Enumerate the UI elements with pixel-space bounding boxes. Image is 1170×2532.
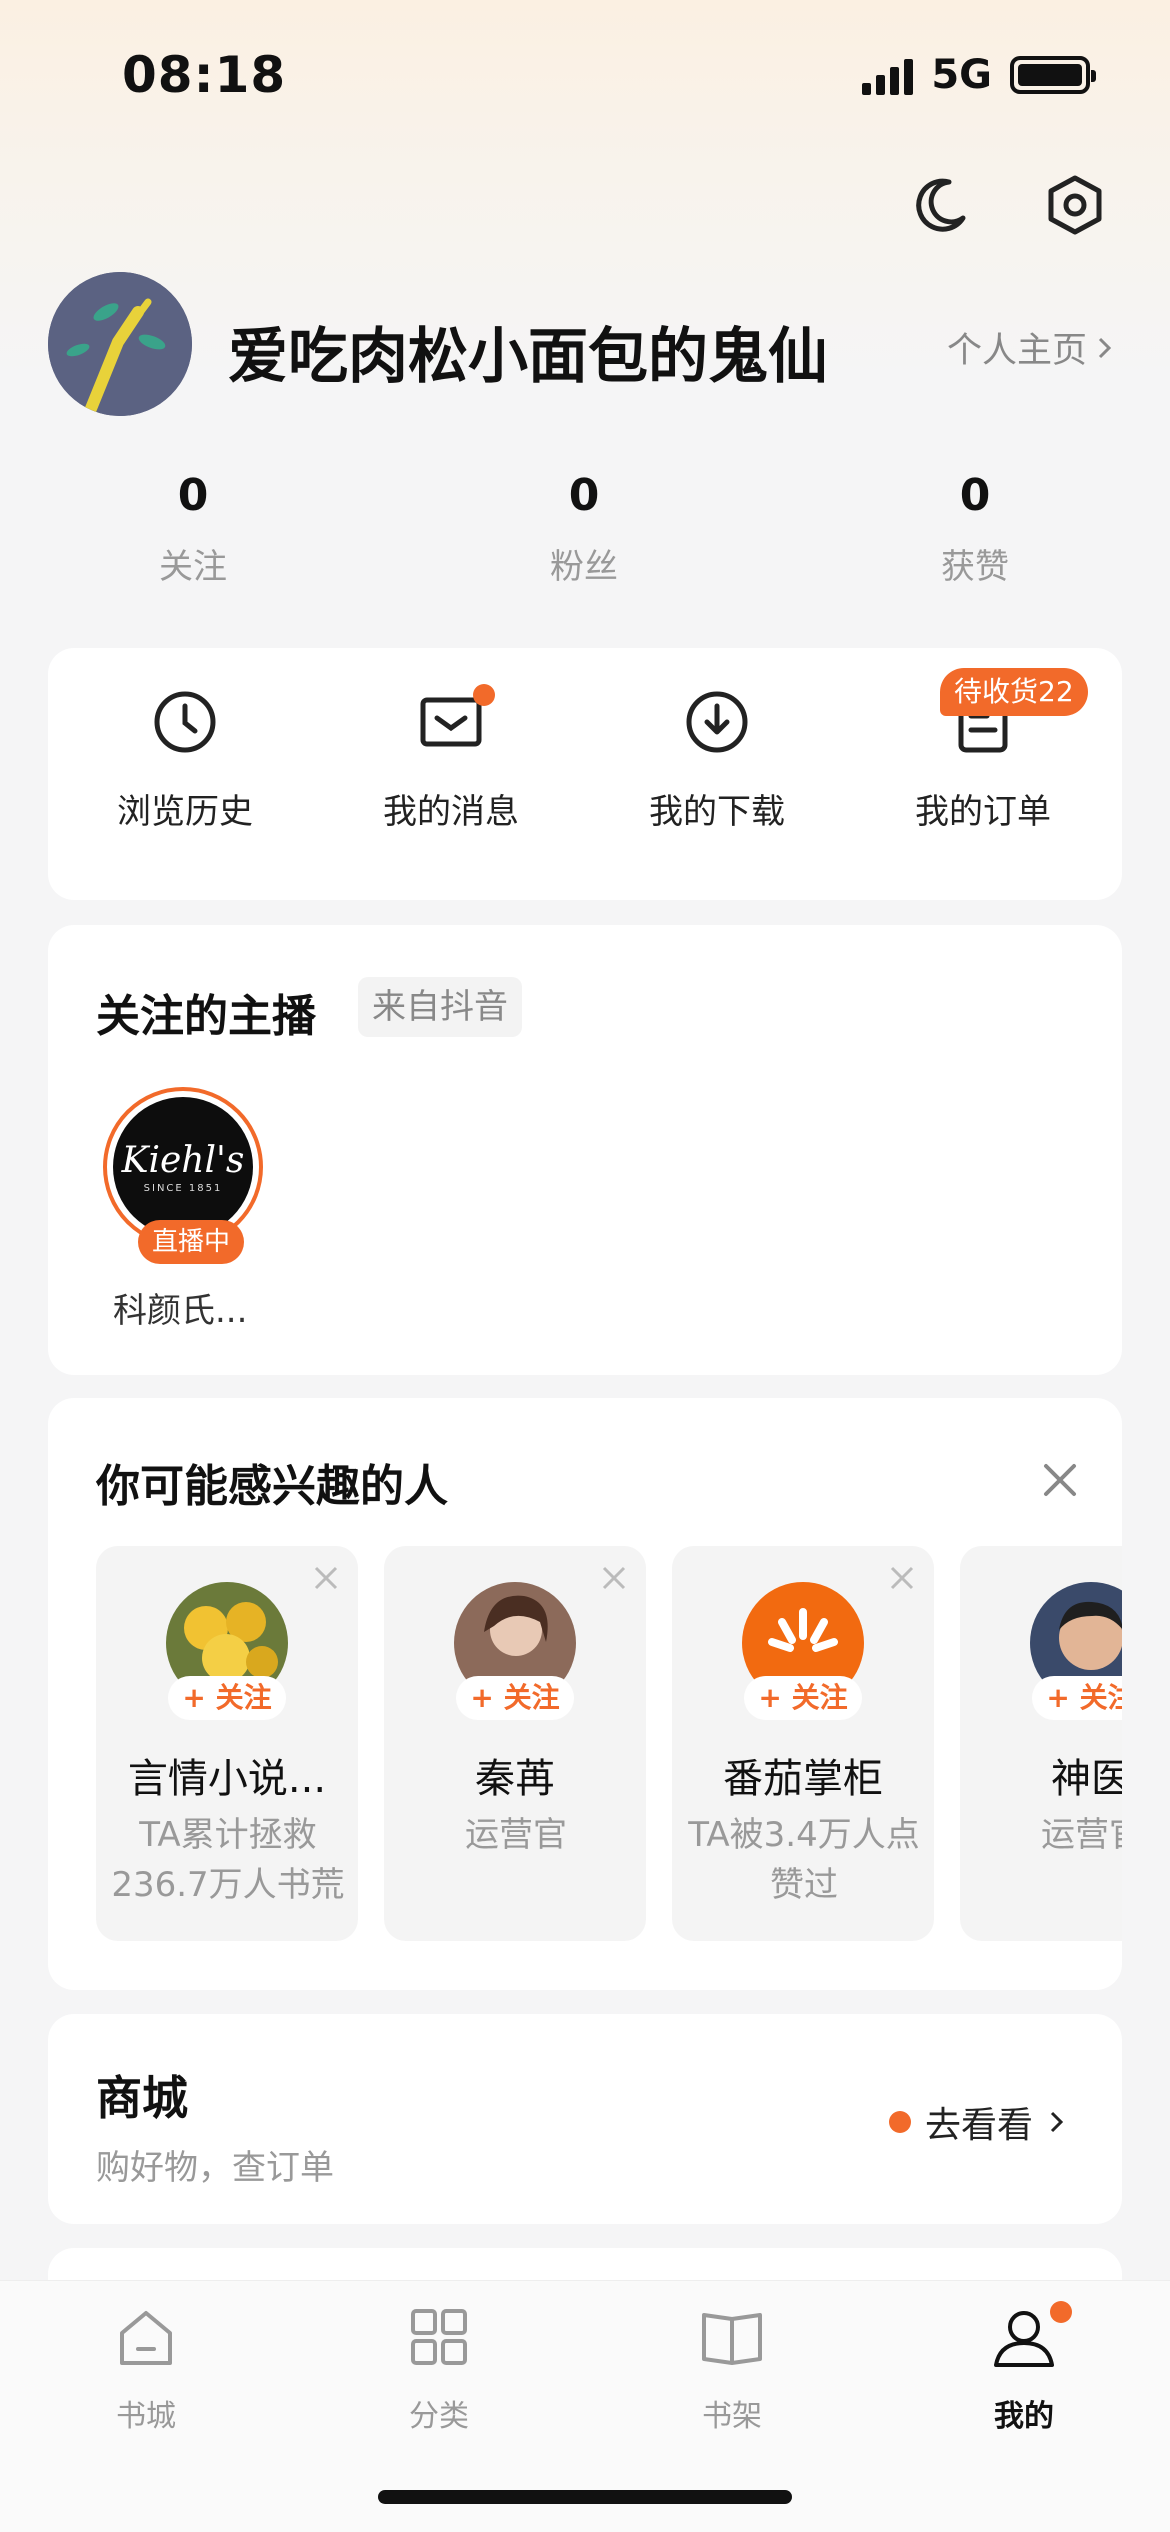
dismiss-icon[interactable] [600,1564,628,1592]
tab-bookstore[interactable]: 书城 [46,2301,246,2435]
profile-stats: 0 关注 0 粉丝 0 获赞 [0,470,1170,610]
download-icon [681,686,753,758]
moon-icon[interactable] [905,170,975,240]
quick-action-label: 浏览历史 [117,792,253,832]
tab-label: 我的 [994,2399,1054,2434]
dismiss-icon[interactable] [312,1564,340,1592]
person-desc: TA被3.4万人点赞过 [688,1815,920,1905]
streamer-name[interactable]: 科颜氏... [113,1283,247,1332]
stat-value: 0 [177,470,209,521]
person-name: 番茄掌柜 [723,1756,883,1802]
quick-action-label: 我的消息 [383,792,519,832]
suggested-person-card[interactable]: + 关注 神医 运营官 [960,1546,1122,1941]
signal-icon [862,55,914,95]
quick-action-history[interactable]: 浏览历史 [75,686,295,833]
suggested-person-card[interactable]: + 关注 秦苒 运营官 [384,1546,646,1941]
home-indicator [378,2490,792,2504]
bookshelf-icon [696,2301,768,2373]
suggested-people-card: 你可能感兴趣的人 + 关注 言情小说... TA累计拯救236.7万人书荒 + … [48,1398,1122,1990]
stat-likes[interactable]: 0 获赞 [875,470,1075,588]
source-tag: 来自抖音 [358,977,522,1037]
clock-icon [149,686,221,758]
stat-label: 粉丝 [550,547,618,587]
category-icon [403,2301,475,2373]
tab-label: 分类 [409,2399,469,2434]
stat-label: 获赞 [941,547,1009,587]
follow-button[interactable]: + 关注 [744,1676,862,1720]
person-desc: 运营官 [1041,1815,1122,1855]
followed-streamers-card: 关注的主播 来自抖音 Kiehl's SINCE 1851 直播中 科颜氏... [48,925,1122,1375]
stat-label: 关注 [159,547,227,587]
notification-dot [473,684,495,706]
quick-action-downloads[interactable]: 我的下载 [607,686,827,833]
homepage-link-label: 个人主页 [946,331,1087,371]
notification-dot [888,2111,911,2133]
stat-following[interactable]: 0 关注 [93,470,293,588]
message-icon [415,684,495,758]
quick-action-label: 我的订单 [915,792,1051,832]
kiehls-logo: Kiehl's SINCE 1851 [113,1097,253,1237]
dismiss-icon[interactable] [888,1564,916,1592]
quick-action-label: 我的下载 [649,792,785,832]
close-icon[interactable] [1040,1460,1080,1500]
settings-icon[interactable] [1040,170,1110,240]
live-badge: 直播中 [138,1220,245,1264]
logo-subtext: SINCE 1851 [143,1183,223,1194]
notification-dot [1050,2301,1072,2323]
mall-card[interactable]: 商城 购好物，查订单 去看看 [48,2014,1122,2224]
mall-subtitle: 购好物，查订单 [96,2148,334,2188]
avatar[interactable] [48,272,192,416]
profile-icon [988,2301,1072,2373]
follow-button[interactable]: + 关注 [168,1676,286,1720]
person-name: 言情小说... [127,1756,327,1802]
person-name: 秦苒 [475,1756,555,1802]
mall-go-button[interactable]: 去看看 [888,2096,1067,2148]
follow-button[interactable]: + 关注 [1032,1676,1122,1720]
stat-followers[interactable]: 0 粉丝 [484,470,684,588]
logo-text: Kiehl's [121,1140,245,1181]
username: 爱吃肉松小面包的鬼仙 [228,322,828,392]
suggested-people-title: 你可能感兴趣的人 [96,1461,448,1512]
battery-icon [1010,56,1096,94]
stat-value: 0 [568,470,600,521]
tab-category[interactable]: 分类 [339,2301,539,2435]
pending-delivery-badge: 待收货22 [940,668,1088,716]
person-desc: 运营官 [465,1815,567,1855]
tab-label: 书城 [116,2399,176,2434]
tab-bookshelf[interactable]: 书架 [632,2301,832,2435]
follow-button[interactable]: + 关注 [456,1676,574,1720]
quick-action-messages[interactable]: 我的消息 [341,684,561,833]
status-bar: 08:18 5G [0,0,1170,150]
network-type: 5G [931,52,992,98]
chevron-right-icon [1098,337,1112,358]
status-indicators: 5G [862,52,1096,98]
home-icon [110,2301,182,2373]
suggested-person-card[interactable]: + 关注 言情小说... TA累计拯救236.7万人书荒 [96,1546,358,1941]
mall-action-label: 去看看 [924,2105,1033,2146]
status-time: 08:18 [122,46,287,104]
followed-streamers-title: 关注的主播 [96,991,316,1042]
stat-value: 0 [959,470,991,521]
person-name: 神医 [1051,1756,1122,1802]
mall-title: 商城 [96,2071,188,2125]
tab-label: 书架 [702,2399,762,2434]
person-desc: TA累计拯救236.7万人书荒 [111,1815,345,1905]
profile-homepage-link[interactable]: 个人主页 [947,322,1115,373]
tab-mine[interactable]: 我的 [924,2301,1124,2435]
chevron-right-icon [1050,2111,1064,2133]
suggested-person-card[interactable]: + 关注 番茄掌柜 TA被3.4万人点赞过 [672,1546,934,1941]
